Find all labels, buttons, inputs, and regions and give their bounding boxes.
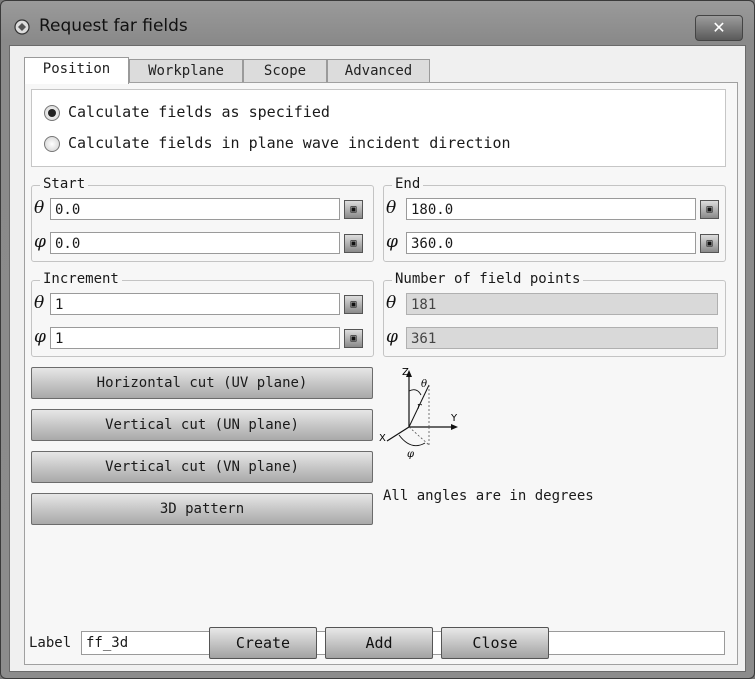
- field-points-group-title: Number of field points: [392, 271, 584, 287]
- close-button[interactable]: Close: [441, 627, 549, 659]
- points-theta-readonly: 181: [406, 293, 718, 315]
- start-theta-input[interactable]: 0.0: [50, 198, 340, 220]
- points-phi-readonly: 361: [406, 327, 718, 349]
- theta-angle-label: θ: [421, 379, 427, 390]
- end-theta-input[interactable]: 180.0: [406, 198, 696, 220]
- vertical-cut-un-button[interactable]: Vertical cut (UN plane): [31, 409, 373, 441]
- angles-note: All angles are in degrees: [383, 488, 594, 504]
- app-icon: [14, 19, 30, 35]
- start-phi-input[interactable]: 0.0: [50, 232, 340, 254]
- request-far-fields-dialog: Request far fields ✕ Position Workplane …: [0, 0, 755, 679]
- y-axis-label: Y: [450, 413, 458, 424]
- title-bar[interactable]: Request far fields ✕: [1, 1, 754, 49]
- theta-symbol: θ: [386, 198, 397, 218]
- variable-icon[interactable]: ▣: [344, 329, 363, 348]
- radio-button[interactable]: [44, 136, 60, 152]
- tab-workplane[interactable]: Workplane: [129, 59, 243, 83]
- phi-symbol: φ: [386, 232, 398, 252]
- phi-symbol: φ: [386, 327, 398, 347]
- vertical-cut-vn-button[interactable]: Vertical cut (VN plane): [31, 451, 373, 483]
- position-panel: Calculate fields as specified Calculate …: [24, 82, 738, 665]
- radio-label: Calculate fields as specified: [68, 103, 330, 121]
- add-button[interactable]: Add: [325, 627, 433, 659]
- variable-icon[interactable]: ▣: [700, 234, 719, 253]
- increment-group-title: Increment: [40, 271, 122, 287]
- end-group: End θ 180.0 ▣ φ 360.0 ▣: [383, 176, 726, 262]
- dialog-button-bar: Create Add Close: [1, 619, 754, 678]
- window-title: Request far fields: [39, 16, 188, 36]
- calculation-mode-group: Calculate fields as specified Calculate …: [31, 89, 726, 167]
- tab-scope[interactable]: Scope: [243, 59, 327, 83]
- radio-button-checked[interactable]: [44, 105, 60, 121]
- r-label: r: [417, 402, 422, 412]
- variable-icon[interactable]: ▣: [344, 234, 363, 253]
- phi-angle-label: φ: [407, 449, 414, 460]
- field-points-group: Number of field points θ 181 φ 361: [383, 271, 726, 357]
- phi-symbol: φ: [34, 232, 46, 252]
- theta-symbol: θ: [34, 198, 45, 218]
- end-group-title: End: [392, 176, 424, 192]
- radio-label: Calculate fields in plane wave incident …: [68, 134, 511, 152]
- end-phi-input[interactable]: 360.0: [406, 232, 696, 254]
- variable-icon[interactable]: ▣: [700, 200, 719, 219]
- coordinate-system-diagram: Z Y X r θ φ: [379, 367, 458, 460]
- close-window-button[interactable]: ✕: [695, 15, 743, 41]
- variable-icon[interactable]: ▣: [344, 295, 363, 314]
- increment-group: Increment θ 1 ▣ φ 1 ▣: [31, 271, 374, 357]
- increment-phi-input[interactable]: 1: [50, 327, 340, 349]
- create-button[interactable]: Create: [209, 627, 317, 659]
- 3d-pattern-button[interactable]: 3D pattern: [31, 493, 373, 525]
- increment-theta-input[interactable]: 1: [50, 293, 340, 315]
- x-axis-label: X: [379, 433, 386, 444]
- z-axis-label: Z: [402, 367, 409, 378]
- phi-symbol: φ: [34, 327, 46, 347]
- theta-symbol: θ: [386, 293, 397, 313]
- theta-symbol: θ: [34, 293, 45, 313]
- dialog-body: Position Workplane Scope Advanced Calcul…: [9, 45, 746, 672]
- start-group-title: Start: [40, 176, 89, 192]
- horizontal-cut-button[interactable]: Horizontal cut (UV plane): [31, 367, 373, 399]
- tab-advanced[interactable]: Advanced: [327, 59, 430, 83]
- variable-icon[interactable]: ▣: [344, 200, 363, 219]
- tab-position[interactable]: Position: [24, 57, 129, 84]
- start-group: Start θ 0.0 ▣ φ 0.0 ▣: [31, 176, 374, 262]
